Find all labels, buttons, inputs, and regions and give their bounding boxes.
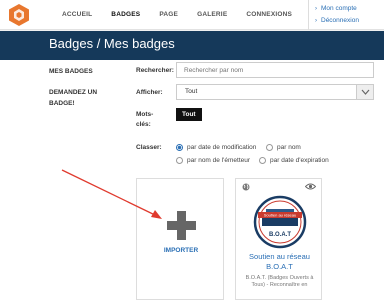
- annotation-arrow-icon: [61, 169, 162, 219]
